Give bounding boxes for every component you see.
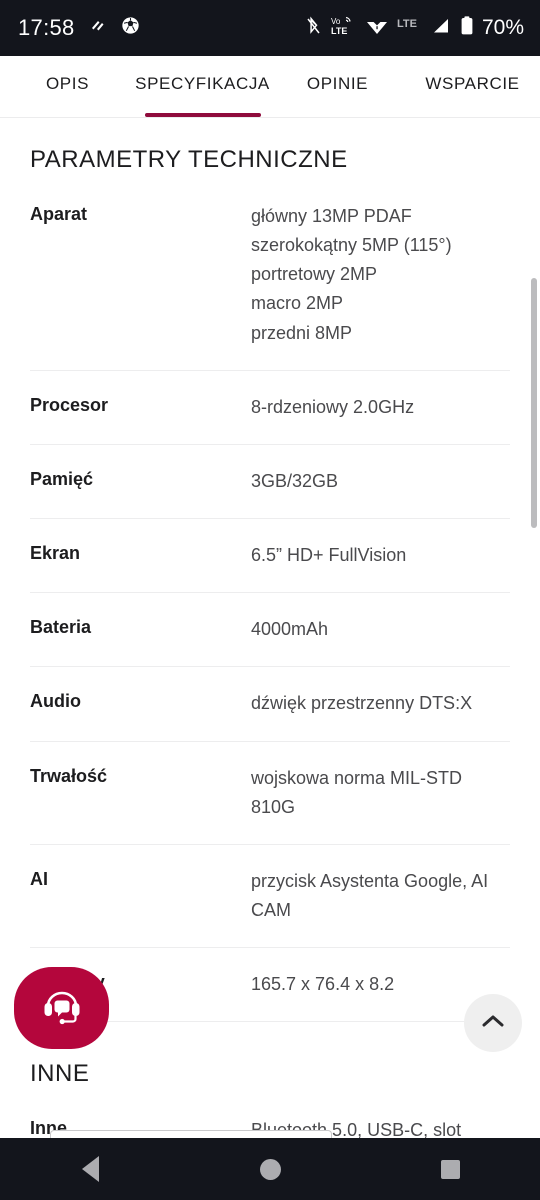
spec-value: przycisk Asystenta Google, AI CAM xyxy=(251,867,488,925)
lte-label-icon: LTE xyxy=(397,17,421,40)
tab-wsparcie[interactable]: WSPARCIE xyxy=(405,56,540,117)
status-bar-left: 17:58 xyxy=(18,15,140,41)
table-row: Ekran 6.5” HD+ FullVision xyxy=(30,519,510,594)
spec-value: 4000mAh xyxy=(251,615,328,644)
svg-text:LTE: LTE xyxy=(397,18,417,30)
spec-value: 165.7 x 76.4 x 8.2 xyxy=(251,970,394,999)
spec-value-line: portretowy 2MP xyxy=(251,264,378,285)
battery-percentage: 70% xyxy=(481,16,524,39)
spec-label: AI xyxy=(30,868,48,889)
table-row: Audio dźwięk przestrzenny DTS:X xyxy=(30,667,510,742)
table-row: AI przycisk Asystenta Google, AI CAM xyxy=(30,845,510,949)
spec-value: dźwięk przestrzenny DTS:X xyxy=(251,689,472,718)
spec-value: 6.5” HD+ FullVision xyxy=(251,541,406,570)
spec-value-line: przedni 8MP xyxy=(251,322,353,343)
home-circle-icon xyxy=(259,1158,281,1180)
table-row: Procesor 8-rdzeniowy 2.0GHz xyxy=(30,371,510,445)
headset-chat-icon xyxy=(39,984,85,1033)
table-row: Bateria 4000mAh xyxy=(30,593,510,668)
tab-label: SPECYFIKACJA xyxy=(135,73,270,93)
phone-screen: 17:58 Vo LTE LTE 70% OPIS SPECYFIKACJA O… xyxy=(0,0,540,1200)
tab-label: WSPARCIE xyxy=(425,73,520,93)
section-title-parametry: PARAMETRY TECHNICZNE xyxy=(30,146,348,173)
spec-label: Bateria xyxy=(30,617,92,638)
notification-slash-icon xyxy=(89,17,107,40)
spec-label: Aparat xyxy=(30,204,88,224)
soccer-ball-icon xyxy=(121,16,140,40)
clock: 17:58 xyxy=(18,15,75,40)
spec-label: Trwałość xyxy=(30,765,108,786)
nav-recents-button[interactable] xyxy=(360,1159,540,1179)
spec-value-line: dźwięk przestrzenny DTS:X xyxy=(251,693,473,714)
scroll-to-top-button[interactable] xyxy=(464,994,522,1052)
svg-text:LTE: LTE xyxy=(331,26,347,36)
wifi-icon xyxy=(366,17,388,40)
spec-value-line: 3GB/32GB xyxy=(251,470,339,491)
table-row: Pamięć 3GB/32GB xyxy=(30,445,510,520)
tab-bar: OPIS SPECYFIKACJA OPINIE WSPARCIE xyxy=(0,56,540,118)
tab-specyfikacja[interactable]: SPECYFIKACJA xyxy=(135,56,270,117)
spec-label: Audio xyxy=(30,691,81,712)
spec-value-line: 165.7 x 76.4 x 8.2 xyxy=(251,974,395,995)
chat-support-button[interactable] xyxy=(14,967,109,1049)
nav-back-button[interactable] xyxy=(0,1156,180,1182)
spec-value-line: przycisk Asystenta Google, AI xyxy=(251,870,489,891)
spec-label: Pamięć xyxy=(30,468,94,489)
volte-icon: Vo LTE xyxy=(331,15,357,42)
tab-opinie[interactable]: OPINIE xyxy=(270,56,405,117)
spec-value: główny 13MP PDAF szerokokątny 5MP (115°)… xyxy=(251,202,452,348)
spec-value-line: główny 13MP PDAF xyxy=(251,206,412,226)
table-row: Aparat główny 13MP PDAF szerokokątny 5MP… xyxy=(30,174,510,371)
tab-opis[interactable]: OPIS xyxy=(0,56,135,117)
nav-home-button[interactable] xyxy=(180,1158,360,1180)
spec-label: Procesor xyxy=(30,394,109,415)
spec-value-line: CAM xyxy=(251,900,291,921)
bluetooth-disabled-icon xyxy=(305,15,322,41)
recents-square-icon xyxy=(440,1159,460,1179)
spec-label: Ekran xyxy=(30,543,81,564)
back-triangle-icon xyxy=(81,1156,99,1182)
spec-value-line: macro 2MP xyxy=(251,293,344,314)
status-bar: 17:58 Vo LTE LTE 70% xyxy=(0,0,540,56)
chevron-up-icon xyxy=(481,1013,505,1034)
spec-value-line: 6.5” HD+ FullVision xyxy=(251,545,407,566)
spec-value: wojskowa norma MIL-STD 810G xyxy=(251,764,510,822)
status-bar-right: Vo LTE LTE 70% xyxy=(305,15,524,42)
battery-icon xyxy=(460,15,474,41)
signal-icon xyxy=(430,16,451,41)
svg-text:Vo: Vo xyxy=(331,17,341,26)
spec-value-line: wojskowa norma MIL-STD 810G xyxy=(251,767,463,817)
table-row: Trwałość wojskowa norma MIL-STD 810G xyxy=(30,742,510,845)
scrollbar[interactable] xyxy=(531,278,537,528)
spec-value: 8-rdzeniowy 2.0GHz xyxy=(251,393,414,422)
spec-value: 3GB/32GB xyxy=(251,467,338,496)
spec-value-line: szerokokątny 5MP (115°) xyxy=(251,235,452,256)
spec-value-line: 8-rdzeniowy 2.0GHz xyxy=(251,396,415,417)
tab-label: OPINIE xyxy=(306,73,369,93)
tab-label: OPIS xyxy=(45,73,90,93)
spec-value-line: 4000mAh xyxy=(251,619,329,640)
android-navigation-bar xyxy=(0,1138,540,1200)
